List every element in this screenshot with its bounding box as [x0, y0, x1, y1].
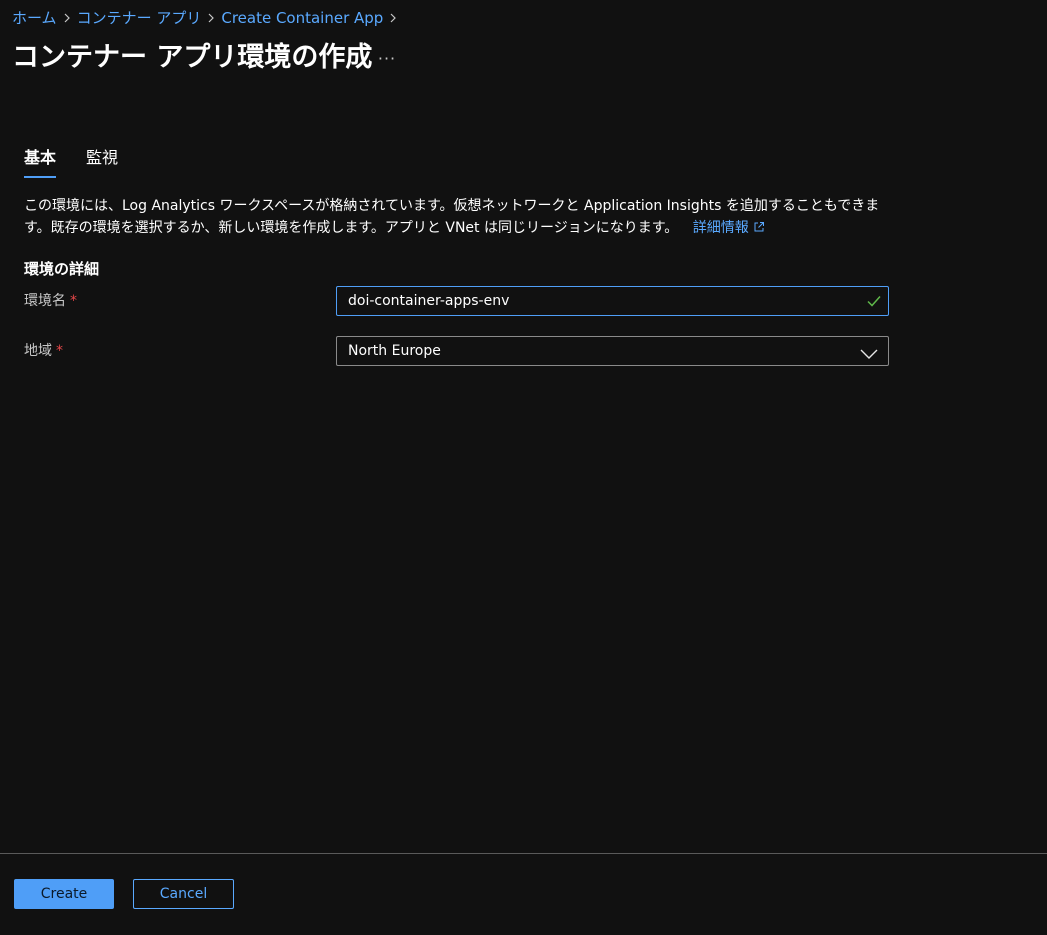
env-name-field[interactable]	[336, 286, 889, 316]
chevron-down-icon	[860, 345, 878, 364]
learn-more-link[interactable]: 詳細情報	[693, 220, 765, 236]
checkmark-icon	[866, 293, 882, 313]
page-title: コンテナー アプリ環境の作成	[12, 42, 373, 73]
required-marker: *	[70, 293, 77, 309]
section-heading: 環境の詳細	[24, 260, 100, 278]
region-label: 地域 *	[24, 341, 63, 361]
tab-monitoring[interactable]: 監視	[86, 146, 118, 178]
tab-basics[interactable]: 基本	[24, 146, 57, 178]
region-dropdown[interactable]: North Europe	[336, 336, 889, 366]
description: この環境には、Log Analytics ワークスペースが格納されています。仮想…	[24, 195, 894, 240]
breadcrumb-home[interactable]: ホーム	[12, 8, 57, 28]
chevron-right-icon	[201, 8, 221, 28]
external-link-icon	[753, 218, 765, 240]
create-button[interactable]: Create	[14, 879, 114, 909]
page: ホーム コンテナー アプリ Create Container App コンテナー…	[0, 0, 1047, 935]
tab-list: 基本 監視	[24, 146, 148, 178]
region-label-text: 地域	[24, 343, 52, 359]
env-name-label-text: 環境名	[24, 293, 66, 309]
chevron-right-icon	[383, 8, 403, 28]
region-selected-value: North Europe	[348, 343, 441, 359]
chevron-right-icon	[57, 8, 77, 28]
required-marker: *	[56, 343, 63, 359]
cancel-button[interactable]: Cancel	[133, 879, 234, 909]
breadcrumb-container-apps[interactable]: コンテナー アプリ	[77, 8, 202, 28]
more-options-button[interactable]: ···	[372, 44, 402, 74]
breadcrumb: ホーム コンテナー アプリ Create Container App	[12, 8, 403, 28]
env-name-label: 環境名 *	[24, 291, 77, 311]
learn-more-label: 詳細情報	[692, 220, 749, 236]
env-name-input[interactable]	[337, 287, 837, 315]
breadcrumb-create-container-app[interactable]: Create Container App	[221, 8, 383, 28]
footer-divider	[0, 853, 1047, 854]
